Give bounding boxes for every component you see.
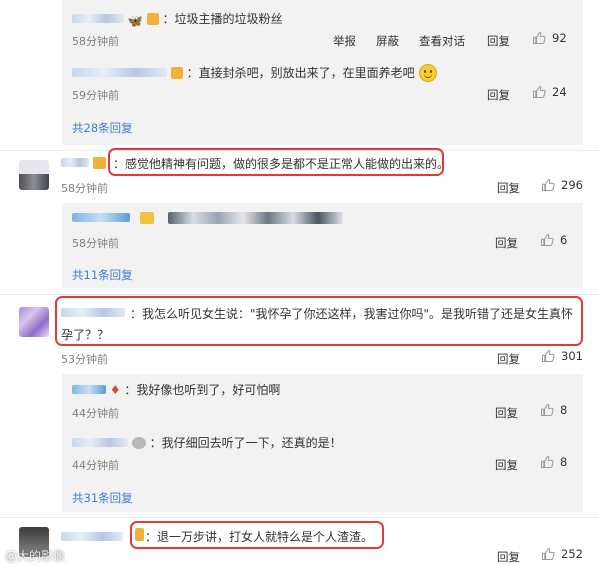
badge-icon <box>139 212 154 224</box>
comment-text: ：退一万步讲，打女人就特么是个人渣渣。 <box>145 530 374 544</box>
divider <box>0 294 599 295</box>
username-blurred[interactable] <box>72 438 128 447</box>
like-button[interactable]: 252 <box>541 547 583 561</box>
comment-author <box>61 306 125 320</box>
like-count: 8 <box>560 403 568 417</box>
reply-button[interactable]: 回复 <box>487 87 510 103</box>
like-button[interactable]: 8 <box>540 403 567 417</box>
more-replies-link[interactable]: 共31条回复 <box>72 490 133 506</box>
like-count: 8 <box>560 455 568 469</box>
reply-button[interactable]: 回复 <box>495 235 518 251</box>
view-conversation-button[interactable]: 查看对话 <box>419 33 465 49</box>
reply-item <box>72 211 343 225</box>
reply-button[interactable]: 回复 <box>487 33 510 49</box>
thumbs-up-icon <box>540 233 554 247</box>
comment-text: ：我怎么听见女生说："我怀孕了你还这样，我害过你吗"。是我听错了还是女生真怀 <box>130 307 574 321</box>
reply-button[interactable]: 回复 <box>497 351 520 367</box>
blurred-text <box>167 212 343 224</box>
watermark: @大的影像 <box>5 549 66 563</box>
thumbs-up-icon <box>541 349 555 363</box>
like-button[interactable]: 301 <box>541 349 583 363</box>
comment-text-line2: 孕了？？ <box>61 328 110 342</box>
smile-emoji-icon <box>418 64 437 82</box>
username-blurred[interactable] <box>61 308 125 317</box>
like-count: 301 <box>561 349 583 363</box>
reply-time: 59分钟前 <box>72 89 119 102</box>
thumbs-up-icon <box>541 547 555 561</box>
reply-item: ：直接封杀吧，别放出来了，在里面养老吧 <box>72 64 437 82</box>
comment-time: 53分钟前 <box>61 353 108 366</box>
reply-button[interactable]: 回复 <box>497 180 520 196</box>
flame-icon: ♦ <box>109 383 121 397</box>
comment-time: 58分钟前 <box>61 182 108 195</box>
reply-button[interactable]: 回复 <box>495 405 518 421</box>
reply-text: ：直接封杀吧，别放出来了，在里面养老吧 <box>186 66 415 80</box>
reply-text: ：我好像也听到了，好可怕啊 <box>124 383 281 397</box>
badge-icon <box>170 67 183 79</box>
reply-item: ：我仔细回去听了一下，还真的是！ <box>72 434 342 451</box>
username-blurred[interactable] <box>61 532 123 541</box>
avatar[interactable] <box>19 307 49 337</box>
like-button[interactable]: 92 <box>532 31 567 45</box>
like-count: 6 <box>560 233 568 247</box>
username-blurred[interactable] <box>72 14 124 23</box>
block-button[interactable]: 屏蔽 <box>376 33 399 49</box>
like-count: 24 <box>552 85 567 99</box>
username-blurred[interactable] <box>72 213 130 222</box>
badge-icon <box>92 157 106 169</box>
username-blurred[interactable] <box>72 385 106 394</box>
like-button[interactable]: 296 <box>541 178 583 192</box>
comment-author <box>61 156 106 170</box>
like-count: 252 <box>561 547 583 561</box>
username-blurred[interactable] <box>72 68 167 77</box>
like-button[interactable]: 8 <box>540 455 567 469</box>
comment-author <box>61 530 123 544</box>
avatar[interactable] <box>19 160 49 190</box>
butterfly-icon: 🦋 <box>127 14 143 28</box>
like-count: 92 <box>552 31 567 45</box>
report-button[interactable]: 举报 <box>333 33 356 49</box>
thumbs-up-icon <box>541 178 555 192</box>
thumbs-up-icon <box>540 403 554 417</box>
like-count: 296 <box>561 178 583 192</box>
badge-icon <box>146 13 159 25</box>
like-button[interactable]: 6 <box>540 233 567 247</box>
thumbs-up-icon <box>532 85 546 99</box>
reply-text: ：我仔细回去听了一下，还真的是！ <box>149 436 342 450</box>
reply-item: 🦋 ：垃圾主播的垃圾粉丝 <box>72 10 283 28</box>
reply-button[interactable]: 回复 <box>497 549 520 565</box>
reply-time: 58分钟前 <box>72 35 119 48</box>
badge-icon <box>135 528 144 541</box>
username-blurred[interactable] <box>61 158 89 167</box>
like-button[interactable]: 24 <box>532 85 567 99</box>
thumbs-up-icon <box>532 31 546 45</box>
reply-time: 44分钟前 <box>72 459 119 472</box>
more-replies-link[interactable]: 共28条回复 <box>72 120 133 136</box>
divider <box>0 517 599 518</box>
reply-item: ♦ ：我好像也听到了，好可怕啊 <box>72 381 280 398</box>
more-replies-link[interactable]: 共11条回复 <box>72 267 133 283</box>
reply-text: ：垃圾主播的垃圾粉丝 <box>162 12 283 26</box>
comment-text: ：感觉他精神有问题，做的很多是都不是正常人能做的出来的。 <box>113 157 450 171</box>
reply-button[interactable]: 回复 <box>495 457 518 473</box>
reply-time: 44分钟前 <box>72 407 119 420</box>
badge-icon <box>131 437 146 449</box>
reply-time: 58分钟前 <box>72 237 119 250</box>
thumbs-up-icon <box>540 455 554 469</box>
